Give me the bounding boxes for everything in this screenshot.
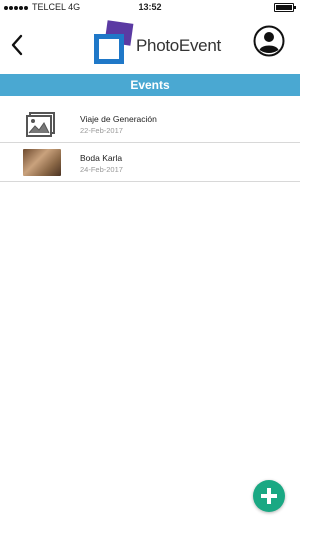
section-header: Events <box>0 74 300 96</box>
list-item[interactable]: Boda Karla 24-Feb-2017 <box>0 143 300 182</box>
app-name: PhotoEvent <box>136 36 221 55</box>
image-placeholder-icon <box>26 112 55 137</box>
status-time: 13:52 <box>138 2 162 12</box>
event-list: Viaje de Generación 22-Feb-2017 Boda Kar… <box>0 104 300 182</box>
logo-mark-icon <box>94 20 134 64</box>
event-photo <box>23 149 61 176</box>
event-date: 24-Feb-2017 <box>80 165 123 174</box>
app-header: PhotoEvent <box>0 14 300 74</box>
user-profile-icon[interactable] <box>253 25 285 57</box>
add-event-button[interactable] <box>253 480 285 512</box>
status-bar: TELCEL 4G 13:52 <box>0 0 300 14</box>
event-title: Viaje de Generación <box>80 114 157 124</box>
app-logo: PhotoEvent <box>92 20 222 70</box>
battery-icon <box>274 3 296 12</box>
list-item[interactable]: Viaje de Generación 22-Feb-2017 <box>0 104 300 143</box>
event-date: 22-Feb-2017 <box>80 126 123 135</box>
chevron-left-icon[interactable] <box>8 33 26 57</box>
event-title: Boda Karla <box>80 153 123 163</box>
